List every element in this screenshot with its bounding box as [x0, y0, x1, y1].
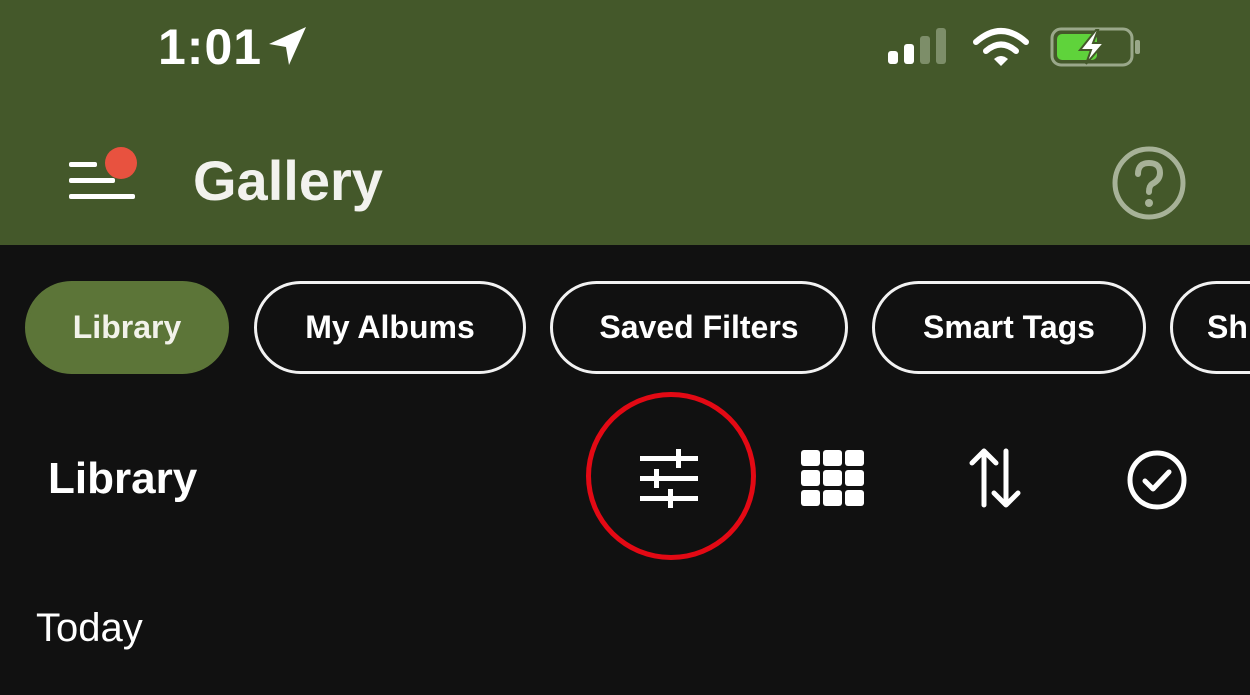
battery-charging-icon — [1050, 27, 1140, 67]
tab-saved-filters[interactable]: Saved Filters — [550, 281, 848, 374]
app-header: 1:01 Gallery — [0, 0, 1250, 245]
tab-partial[interactable]: Sh — [1170, 281, 1250, 374]
tab-smart-tags[interactable]: Smart Tags — [872, 281, 1146, 374]
tab-bar: Library My Albums Saved Filters Smart Ta… — [0, 281, 1250, 374]
page-title: Gallery — [193, 149, 383, 212]
cellular-signal-icon — [888, 28, 946, 64]
sort-arrows-icon[interactable] — [968, 447, 1022, 509]
tab-my-albums[interactable]: My Albums — [254, 281, 526, 374]
library-heading: Library — [48, 454, 198, 503]
status-time: 1:01 — [158, 19, 263, 75]
hamburger-menu-icon[interactable] — [66, 146, 142, 208]
notification-dot — [105, 147, 137, 179]
filter-sliders-icon[interactable] — [638, 448, 700, 508]
date-section-label: Today — [36, 606, 143, 650]
tab-library[interactable]: Library — [25, 281, 229, 374]
select-check-icon[interactable] — [1126, 449, 1188, 511]
question-mark-icon[interactable] — [1111, 145, 1187, 221]
grid-view-icon[interactable] — [800, 449, 866, 507]
wifi-icon — [973, 28, 1029, 66]
location-arrow-icon — [269, 27, 306, 65]
